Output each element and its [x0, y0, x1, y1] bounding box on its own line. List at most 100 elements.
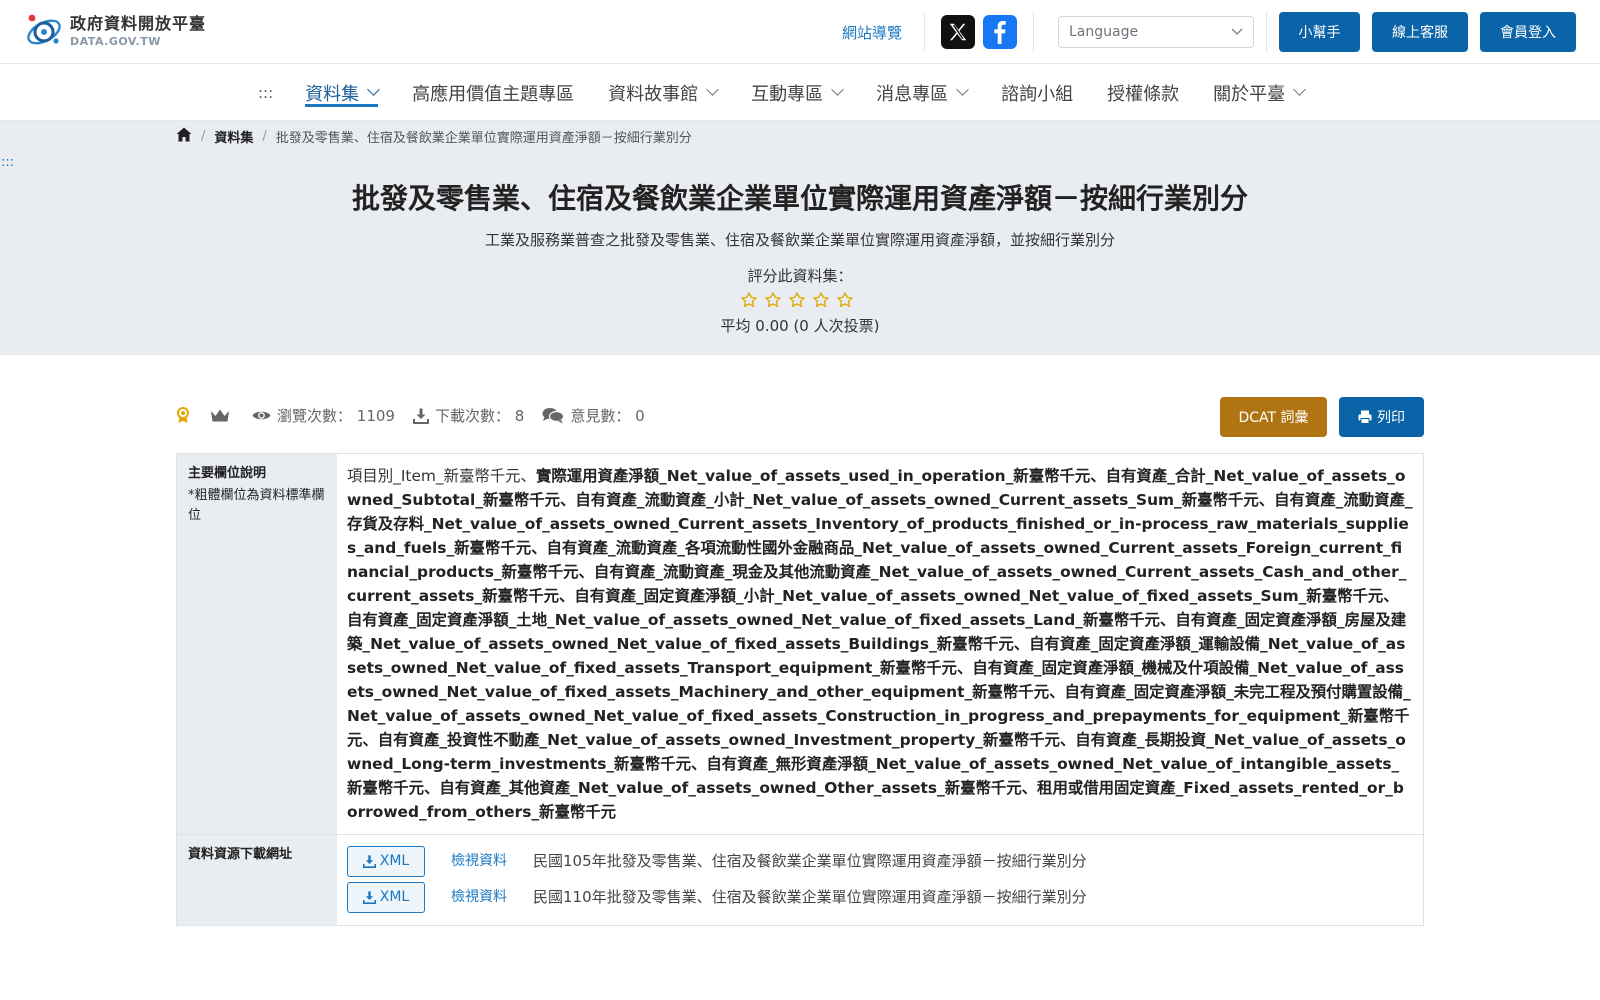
home-icon[interactable] [176, 127, 192, 146]
logo-subtitle: DATA.GOV.TW [70, 34, 161, 48]
rating-stars [737, 289, 857, 311]
resource-name: 民國110年批發及零售業、住宿及餐飲業企業單位實際運用資產淨額－按細行業別分 [533, 888, 1087, 906]
nav-item-news[interactable]: 消息專區 [876, 64, 970, 121]
views-label: 瀏覽次數： [277, 407, 353, 425]
dataset-hero: / 資料集 / 批發及零售業、住宿及餐飲業企業單位實際運用資產淨額－按細行業別分… [0, 121, 1600, 355]
resource-format: XML [379, 889, 410, 905]
nav-item-label: 關於平臺 [1213, 83, 1286, 105]
nav-item-about[interactable]: 關於平臺 [1213, 64, 1307, 121]
logo-title: 政府資料開放平臺 [70, 13, 207, 33]
resources-value-cell: XML 檢視資料 民國105年批發及零售業、住宿及餐飲業企業單位實際運用資產淨額… [337, 835, 1423, 925]
crown-icon [210, 408, 236, 423]
chevron-down-icon [367, 83, 381, 96]
nav-item-label: 消息專區 [876, 83, 949, 105]
site-logo[interactable]: 政府資料開放平臺 DATA.GOV.TW [24, 10, 206, 50]
nav-item-license[interactable]: 授權條款 [1107, 64, 1179, 121]
print-button[interactable]: 列印 [1339, 397, 1424, 437]
star-outline-icon[interactable] [785, 289, 809, 311]
view-data-link[interactable]: 檢視資料 [451, 849, 507, 873]
comments-label: 意見數： [570, 407, 631, 425]
resource-item: XML 檢視資料 民國105年批發及零售業、住宿及餐飲業企業單位實際運用資產淨額… [347, 843, 1413, 879]
star-outline-icon[interactable] [809, 289, 833, 311]
dcat-button[interactable]: DCAT 詞彙 [1220, 397, 1327, 437]
print-label: 列印 [1377, 410, 1405, 426]
views-stat: 瀏覽次數： 1109 [252, 405, 395, 426]
comments-stat: 意見數： 0 [542, 405, 645, 426]
nav-item-label: 互動專區 [751, 83, 824, 105]
resources-label-cell: 資料資源下載網址 [177, 835, 337, 925]
nav-item-label: 資料故事館 [608, 83, 699, 105]
field-list-plain: 項目別_Item_新臺幣千元、 [347, 467, 536, 485]
nav-item-label: 諮詢小組 [1001, 83, 1074, 105]
nav-item-datasets[interactable]: 資料集 [305, 64, 381, 121]
download-icon [362, 854, 376, 868]
online-service-button[interactable]: 線上客服 [1372, 12, 1468, 52]
login-button[interactable]: 會員登入 [1480, 12, 1576, 52]
divider [924, 12, 925, 52]
breadcrumb-separator: / [201, 129, 206, 144]
fields-value-cell: 項目別_Item_新臺幣千元、實際運用資產淨額_Net_value_of_ass… [337, 454, 1423, 834]
header-utilities: 網站導覽 Language 小幫手 線上客服 會員登入 [842, 11, 1576, 53]
chevron-down-icon [956, 83, 970, 96]
resource-name: 民國105年批發及零售業、住宿及餐飲業企業單位實際運用資產淨額－按細行業別分 [533, 852, 1087, 870]
field-list-standard: 實際運用資產淨額_Net_value_of_assets_used_in_ope… [347, 467, 1413, 821]
resources-label: 資料資源下載網址 [188, 847, 293, 862]
fields-label-cell: 主要欄位說明 *粗體欄位為資料標準欄位 [177, 454, 337, 834]
breadcrumb-datasets[interactable]: 資料集 [214, 127, 253, 146]
eye-icon [252, 411, 271, 420]
rating-average: 平均 0.00 (0 人次投票) [720, 317, 880, 335]
chevron-down-icon [831, 83, 845, 96]
downloads-count: 8 [514, 406, 525, 425]
dataset-description: 工業及服務業普查之批發及零售業、住宿及餐飲業企業單位實際運用資產淨額，並按細行業… [484, 231, 1115, 249]
logo-icon [24, 10, 64, 50]
star-outline-icon[interactable] [833, 289, 857, 311]
fields-note: *粗體欄位為資料標準欄位 [188, 488, 325, 523]
downloads-stat: 下載次數： 8 [412, 405, 525, 426]
xml-download-button[interactable]: XML [347, 845, 425, 877]
resource-item: XML 檢視資料 民國110年批發及零售業、住宿及餐飲業企業單位實際運用資產淨額… [347, 879, 1413, 915]
fields-label: 主要欄位說明 [188, 466, 267, 481]
breadcrumb-current: 批發及零售業、住宿及餐飲業企業單位實際運用資產淨額－按細行業別分 [275, 131, 692, 146]
views-count: 1109 [356, 406, 395, 425]
rating-label: 評分此資料集： [747, 267, 853, 285]
language-select[interactable]: Language [1058, 16, 1254, 48]
divider [1266, 12, 1267, 52]
nav-item-label: 高應用價值主題專區 [412, 83, 575, 105]
star-outline-icon[interactable] [761, 289, 785, 311]
content-accesskey[interactable]: ::: [1, 155, 14, 170]
divider [1033, 12, 1034, 52]
table-row: 資料資源下載網址 XML 檢視資料 民國105年批發及零售業、住宿及餐飲業企業單… [177, 835, 1423, 925]
table-row: 主要欄位說明 *粗體欄位為資料標準欄位 項目別_Item_新臺幣千元、實際運用資… [177, 454, 1423, 835]
view-data-link[interactable]: 檢視資料 [451, 885, 507, 909]
nav-item-interaction[interactable]: 互動專區 [751, 64, 845, 121]
resource-format: XML [379, 853, 410, 869]
breadcrumb-separator: / [262, 129, 267, 144]
site-header: 政府資料開放平臺 DATA.GOV.TW 網站導覽 Language 小幫手 線… [0, 0, 1600, 64]
breadcrumb: / 資料集 / 批發及零售業、住宿及餐飲業企業單位實際運用資產淨額－按細行業別分 [176, 127, 692, 146]
sitemap-link[interactable]: 網站導覽 [842, 22, 902, 43]
language-select-value: Language [1069, 24, 1139, 40]
dataset-stats: 瀏覽次數： 1109 下載次數： 8 意見數： 0 [176, 405, 663, 426]
download-icon [412, 408, 429, 424]
facebook-icon[interactable] [983, 15, 1017, 49]
badge-icon [176, 407, 196, 424]
helper-button[interactable]: 小幫手 [1279, 12, 1360, 52]
download-icon [362, 890, 376, 904]
xml-download-button[interactable]: XML [347, 881, 425, 913]
dataset-info-table: 主要欄位說明 *粗體欄位為資料標準欄位 項目別_Item_新臺幣千元、實際運用資… [176, 453, 1424, 926]
downloads-label: 下載次數： [434, 407, 510, 425]
chevron-down-icon [1293, 83, 1307, 96]
nav-item-stories[interactable]: 資料故事館 [608, 64, 720, 121]
nav-item-high-value[interactable]: 高應用價值主題專區 [412, 64, 574, 121]
nav-item-label: 資料集 [305, 83, 360, 105]
nav-accesskey[interactable]: ::: [258, 84, 273, 102]
main-nav: ::: 資料集 高應用價值主題專區 資料故事館 互動專區 消息專區 諮詢小組 授… [0, 64, 1600, 121]
page-title: 批發及零售業、住宿及餐飲業企業單位實際運用資產淨額－按細行業別分 [351, 182, 1248, 215]
nav-item-advisory[interactable]: 諮詢小組 [1001, 64, 1073, 121]
chevron-down-icon [706, 83, 720, 96]
comments-count: 0 [635, 406, 645, 425]
star-outline-icon[interactable] [737, 289, 761, 311]
chevron-down-icon [1231, 24, 1243, 40]
print-icon [1358, 410, 1372, 424]
x-icon[interactable] [941, 15, 975, 49]
